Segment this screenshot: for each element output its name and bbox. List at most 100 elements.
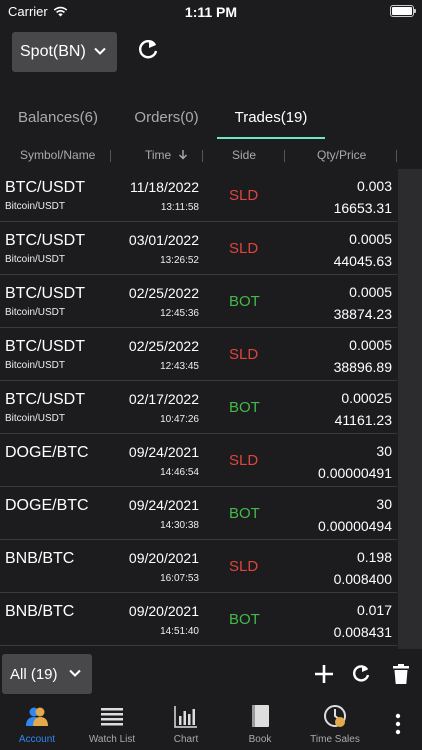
trade-row[interactable]: DOGE/BTC 09/24/2021 14:30:38 BOT 30 0.00… <box>0 487 397 540</box>
trade-qty: 0.00025 <box>341 390 392 406</box>
status-bar: Carrier 1:11 PM <box>0 0 422 24</box>
trade-price: 16653.31 <box>333 200 392 216</box>
trade-symbol: BTC/USDT <box>5 285 85 302</box>
tab-chart[interactable]: Chart <box>149 698 223 750</box>
column-time-label: Time <box>145 148 172 162</box>
trade-time: 16:07:53 <box>160 573 199 584</box>
active-tab-indicator <box>217 137 325 139</box>
trade-qty: 0.003 <box>356 178 392 194</box>
column-side[interactable]: Side <box>232 148 256 162</box>
market-select[interactable]: Spot(BN) <box>12 32 117 72</box>
trade-qty: 0.198 <box>356 549 392 565</box>
trade-side: BOT <box>229 611 260 628</box>
trade-price: 0.00000491 <box>318 465 392 481</box>
trade-price: 0.008400 <box>333 571 392 587</box>
column-time[interactable]: Time <box>145 148 188 162</box>
trade-price: 0.008431 <box>333 624 392 640</box>
trade-row[interactable]: DOGE/BTC 09/24/2021 14:46:54 SLD 30 0.00… <box>0 434 397 487</box>
bottom-tab-bar: Account Watch List Chart Book Time Sales <box>0 698 422 750</box>
trade-date: 09/24/2021 <box>128 444 199 460</box>
account-icon <box>26 707 48 726</box>
tab-account[interactable]: Account <box>0 698 74 750</box>
time-sales-icon <box>324 705 346 727</box>
trade-side: SLD <box>229 187 259 204</box>
chevron-down-icon <box>69 669 81 677</box>
trade-side: SLD <box>229 452 259 469</box>
tab-balances[interactable]: Balances(6) <box>0 96 116 138</box>
trade-row[interactable]: BTC/USDT Bitcoin/USDT 02/17/2022 10:47:2… <box>0 381 397 434</box>
trade-qty: 30 <box>376 496 392 512</box>
trade-price: 38896.89 <box>333 359 392 375</box>
trade-side: SLD <box>229 240 259 257</box>
column-qty-price[interactable]: Qty/Price <box>317 148 366 162</box>
trade-row[interactable]: BNB/BTC 09/20/2021 16:07:53 SLD 0.198 0.… <box>0 540 397 593</box>
sort-down-icon <box>178 150 187 160</box>
trade-time: 14:30:38 <box>160 520 199 531</box>
trade-row[interactable]: BTC/USDT Bitcoin/USDT 02/25/2022 12:43:4… <box>0 328 397 381</box>
trade-row[interactable]: BTC/USDT Bitcoin/USDT 02/25/2022 12:45:3… <box>0 275 397 328</box>
trade-row[interactable]: BTC/USDT Bitcoin/USDT 11/18/2022 13:11:5… <box>0 169 397 222</box>
tab-trades[interactable]: Trades(19) <box>217 96 325 138</box>
trade-symbol: BTC/USDT <box>5 232 85 249</box>
column-symbol[interactable]: Symbol/Name <box>20 148 95 162</box>
trade-symbol: BNB/BTC <box>5 550 75 567</box>
filter-select[interactable]: All (19) <box>2 654 92 694</box>
trade-price: 41161.23 <box>334 412 392 428</box>
trade-price: 0.00000494 <box>318 518 392 534</box>
trade-row[interactable]: BNB/BTC 09/20/2021 14:51:40 BOT 0.017 0.… <box>0 593 397 646</box>
trade-side: BOT <box>229 293 260 310</box>
column-header: Symbol/Name Time Side Qty/Price <box>0 146 398 166</box>
trade-symbol: BTC/USDT <box>5 179 85 196</box>
add-icon[interactable] <box>312 662 336 686</box>
trade-date: 09/20/2021 <box>128 550 199 566</box>
trade-price: 38874.23 <box>333 306 392 322</box>
trade-side: SLD <box>229 558 259 575</box>
trade-name: Bitcoin/USDT <box>5 307 66 318</box>
trade-qty: 0.0005 <box>349 284 392 300</box>
tab-book[interactable]: Book <box>223 698 297 750</box>
column-divider <box>202 150 203 162</box>
trade-date: 03/01/2022 <box>128 232 199 248</box>
refresh-icon[interactable] <box>134 36 162 64</box>
tab-time-sales[interactable]: Time Sales <box>298 698 372 750</box>
trade-date: 09/24/2021 <box>128 497 199 513</box>
tab-account-label: Account <box>18 734 56 745</box>
column-divider <box>396 150 397 162</box>
market-select-value: Spot(BN) <box>20 43 86 60</box>
bottom-toolbar: All (19) <box>0 652 422 698</box>
trade-name: Bitcoin/USDT <box>5 254 66 265</box>
trades-list: BTC/USDT Bitcoin/USDT 11/18/2022 13:11:5… <box>0 169 397 646</box>
trash-icon[interactable] <box>389 662 413 686</box>
trade-time: 12:45:36 <box>160 308 199 319</box>
trade-qty: 0.0005 <box>349 231 392 247</box>
tab-orders[interactable]: Orders(0) <box>116 96 217 138</box>
trade-qty: 0.017 <box>356 602 392 618</box>
trade-date: 02/25/2022 <box>128 338 199 354</box>
trade-row[interactable]: BTC/USDT Bitcoin/USDT 03/01/2022 13:26:5… <box>0 222 397 275</box>
tab-watch-list[interactable]: Watch List <box>75 698 149 750</box>
status-time: 1:11 PM <box>184 4 238 20</box>
chevron-down-icon <box>94 47 106 55</box>
battery-icon <box>390 5 416 17</box>
trade-date: 02/17/2022 <box>128 391 199 407</box>
trade-symbol: DOGE/BTC <box>5 497 89 514</box>
trade-symbol: BNB/BTC <box>5 603 75 620</box>
tab-bar-top: Balances(6) Orders(0) Trades(19) <box>0 96 422 138</box>
trade-time: 10:47:26 <box>160 414 199 425</box>
book-icon <box>252 705 269 727</box>
refresh-icon[interactable] <box>349 662 373 686</box>
chart-icon <box>174 706 197 728</box>
trade-side: SLD <box>229 346 259 363</box>
trade-symbol: DOGE/BTC <box>5 444 89 461</box>
filter-select-value: All (19) <box>10 665 58 683</box>
column-divider <box>110 150 111 162</box>
trade-time: 12:43:45 <box>160 361 199 372</box>
scroll-track[interactable] <box>398 169 422 649</box>
trade-side: BOT <box>229 399 260 416</box>
trade-qty: 0.0005 <box>349 337 392 353</box>
trade-date: 09/20/2021 <box>128 603 199 619</box>
tab-time-sales-label: Time Sales <box>310 734 360 745</box>
trade-time: 14:46:54 <box>160 467 199 478</box>
tab-book-label: Book <box>248 734 272 745</box>
more-vertical-icon[interactable] <box>388 712 408 736</box>
